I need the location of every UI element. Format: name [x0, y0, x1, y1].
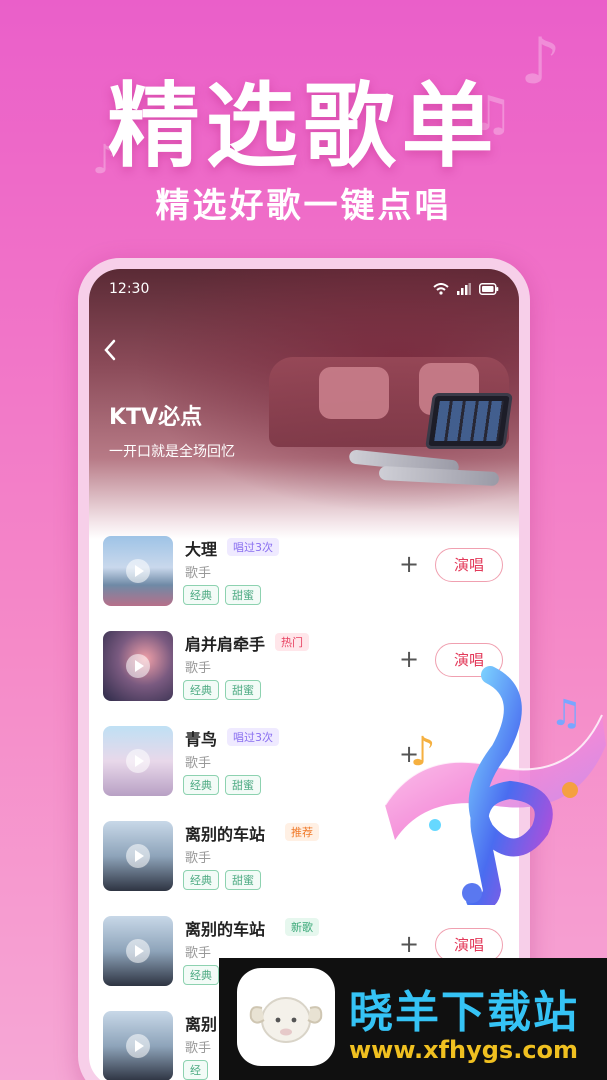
play-icon[interactable] — [126, 844, 150, 868]
song-cover-thumbnail[interactable] — [103, 1011, 173, 1080]
genre-chip: 经典 — [183, 870, 219, 890]
watermark-banner: 晓羊下载站 www.xfhygs.com — [219, 958, 607, 1080]
sing-button[interactable]: 演唱 — [435, 928, 503, 962]
add-to-list-button[interactable]: + — [399, 932, 419, 956]
status-time: 12:30 — [109, 281, 150, 297]
play-icon[interactable] — [126, 559, 150, 583]
song-cover-thumbnail[interactable] — [103, 536, 173, 606]
status-bar: 12:30 — [89, 269, 519, 309]
phone-frame: 12:30 KTV必点 一开口就是全场回忆 大理 唱过3次 歌手 经典 甜蜜 +… — [78, 258, 530, 1080]
play-icon[interactable] — [126, 749, 150, 773]
genre-chip: 甜蜜 — [225, 775, 261, 795]
genre-chip: 经典 — [183, 585, 219, 605]
song-tag-badge: 唱过3次 — [227, 728, 279, 746]
genre-chip: 经典 — [183, 775, 219, 795]
song-row[interactable]: 大理 唱过3次 歌手 经典 甜蜜 + 演唱 — [89, 532, 519, 627]
sheep-icon — [249, 997, 323, 1043]
genre-chip: 甜蜜 — [225, 680, 261, 700]
microphone-illustration — [378, 465, 500, 487]
genre-chip: 甜蜜 — [225, 870, 261, 890]
song-cover-thumbnail[interactable] — [103, 631, 173, 701]
song-title: 大理 — [185, 540, 218, 559]
song-artist: 歌手 — [185, 946, 212, 961]
svg-text:♫: ♫ — [550, 693, 582, 734]
genre-chip: 经典 — [183, 965, 219, 985]
sing-button[interactable]: 演唱 — [435, 548, 503, 582]
song-title: 青鸟 — [185, 730, 218, 749]
song-title: 离别的车站 — [185, 920, 266, 939]
genre-chip: 甜蜜 — [225, 585, 261, 605]
tablet-illustration — [425, 393, 513, 449]
song-tag-badge: 热门 — [275, 633, 309, 651]
song-row[interactable]: 青鸟 唱过3次 歌手 经典 甜蜜 + — [89, 722, 519, 817]
song-artist: 歌手 — [185, 851, 212, 866]
song-artist: 歌手 — [185, 756, 212, 771]
song-title: 离别 — [185, 1015, 218, 1034]
pillow-illustration — [319, 367, 389, 419]
playlist-subtitle: 一开口就是全场回忆 — [109, 444, 235, 460]
song-tag-badge: 推荐 — [285, 823, 319, 841]
song-row[interactable]: 离别的车站 推荐 歌手 经典 甜蜜 — [89, 817, 519, 912]
song-cover-thumbnail[interactable] — [103, 821, 173, 891]
song-genre-chips: 经典 甜蜜 — [183, 775, 261, 795]
song-genre-chips: 经典 — [183, 965, 219, 985]
play-icon[interactable] — [126, 1034, 150, 1058]
play-icon[interactable] — [126, 654, 150, 678]
chevron-left-icon — [104, 339, 116, 361]
watermark-name: 晓羊下载站 — [349, 987, 579, 1038]
banner-headline: 精选歌单 — [107, 73, 500, 180]
song-title: 肩并肩牵手 — [185, 635, 266, 654]
play-icon[interactable] — [126, 939, 150, 963]
song-row[interactable]: 肩并肩牵手 热门 歌手 经典 甜蜜 + 演唱 — [89, 627, 519, 722]
wifi-icon — [433, 283, 449, 295]
song-tag-badge: 唱过3次 — [227, 538, 279, 556]
song-genre-chips: 经 — [183, 1060, 208, 1080]
back-button[interactable] — [103, 337, 135, 369]
song-genre-chips: 经典 甜蜜 — [183, 680, 261, 700]
playlist-title: KTV必点 — [109, 405, 203, 430]
status-icons — [433, 283, 499, 295]
song-artist: 歌手 — [185, 661, 212, 676]
song-cover-thumbnail[interactable] — [103, 916, 173, 986]
song-artist: 歌手 — [185, 1041, 212, 1056]
add-to-list-button[interactable]: + — [399, 742, 419, 766]
song-genre-chips: 经典 甜蜜 — [183, 585, 261, 605]
watermark-url: www.xfhygs.com — [349, 1036, 579, 1064]
sheep-logo-icon — [237, 968, 335, 1066]
add-to-list-button[interactable]: + — [399, 552, 419, 576]
genre-chip: 经 — [183, 1060, 208, 1080]
battery-icon — [479, 283, 499, 295]
banner-subheadline: 精选好歌一键点唱 — [155, 186, 452, 226]
genre-chip: 经典 — [183, 680, 219, 700]
sing-button[interactable]: 演唱 — [435, 643, 503, 677]
signal-icon — [457, 283, 471, 295]
song-title: 离别的车站 — [185, 825, 266, 844]
song-tag-badge: 新歌 — [285, 918, 319, 936]
add-to-list-button[interactable]: + — [399, 647, 419, 671]
song-genre-chips: 经典 甜蜜 — [183, 870, 261, 890]
song-artist: 歌手 — [185, 566, 212, 581]
song-cover-thumbnail[interactable] — [103, 726, 173, 796]
